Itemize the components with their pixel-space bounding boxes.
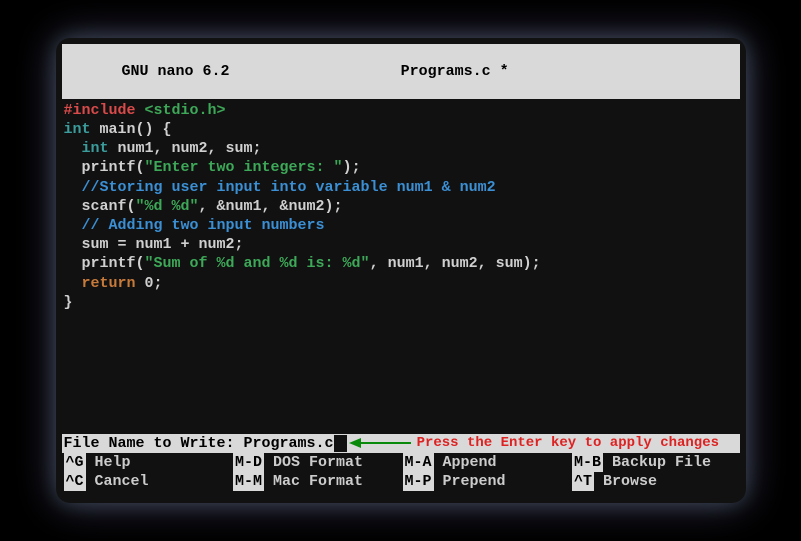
shortcut-label: Append: [434, 454, 497, 471]
key-label: M-A: [403, 453, 434, 472]
shortcut-prepend[interactable]: M-P Prepend: [401, 472, 571, 491]
shortcut-label: Browse: [594, 473, 657, 490]
comment: //Storing user input into variable num1 …: [82, 179, 496, 196]
indent: [64, 275, 82, 292]
key-label: ^T: [572, 472, 594, 491]
shortcut-browse[interactable]: ^T Browse: [570, 472, 740, 491]
keyword-int: int: [64, 121, 91, 138]
indent: [64, 140, 82, 157]
shortcut-mac-format[interactable]: M-M Mac Format: [231, 472, 401, 491]
filename-input[interactable]: Programs.c: [244, 435, 334, 452]
key-label: M-D: [233, 453, 264, 472]
shortcut-label: Mac Format: [264, 473, 363, 490]
comment: // Adding two input numbers: [82, 217, 325, 234]
shortcut-label: Help: [86, 454, 131, 471]
string-literal: "%d %d": [136, 198, 199, 215]
indent: [64, 179, 82, 196]
key-label: ^C: [64, 472, 86, 491]
shortcut-bar: ^G Help M-D DOS Format M-A Append M-B Ba…: [62, 453, 740, 497]
prompt-label: File Name to Write:: [64, 435, 244, 452]
shortcut-dos-format[interactable]: M-D DOS Format: [231, 453, 401, 472]
indent: [64, 217, 82, 234]
header-file: <stdio.h>: [136, 102, 226, 119]
arrow-left-icon: [349, 436, 411, 450]
string-literal: "Sum of %d and %d is: %d": [145, 255, 370, 272]
scanf-call: scanf(: [64, 198, 136, 215]
keyword-include: #include: [64, 102, 136, 119]
call-end: );: [343, 159, 361, 176]
file-name-indicator: Programs.c *: [401, 63, 509, 80]
call-end: , num1, num2, sum);: [370, 255, 541, 272]
shortcut-help[interactable]: ^G Help: [62, 453, 232, 472]
keyword-int: int: [82, 140, 109, 157]
call-end: , &num1, &num2);: [199, 198, 343, 215]
assignment: sum = num1 + num2;: [62, 235, 740, 254]
shortcut-label: Cancel: [86, 473, 149, 490]
shortcut-label: Prepend: [434, 473, 506, 490]
keyword-return: return: [82, 275, 136, 292]
main-decl: main() {: [91, 121, 172, 138]
printf-call: printf(: [64, 255, 145, 272]
terminal-window: GNU nano 6.2 Programs.c * #include <stdi…: [56, 38, 746, 503]
shortcut-backup-file[interactable]: M-B Backup File: [570, 453, 740, 472]
editor-pane[interactable]: #include <stdio.h> int main() { int num1…: [62, 99, 740, 434]
annotation-text: Press the Enter key to apply changes: [417, 435, 719, 451]
shortcut-append[interactable]: M-A Append: [401, 453, 571, 472]
return-val: 0;: [136, 275, 163, 292]
string-literal: "Enter two integers: ": [145, 159, 343, 176]
closing-brace: }: [62, 293, 740, 312]
shortcut-label: DOS Format: [264, 454, 363, 471]
nano-version: GNU nano 6.2: [104, 63, 230, 80]
key-label: M-P: [403, 472, 434, 491]
shortcut-label: Backup File: [603, 454, 711, 471]
var-decl: num1, num2, sum;: [109, 140, 262, 157]
cursor-gap: [334, 435, 347, 452]
printf-call: printf(: [64, 159, 145, 176]
nano-title-bar: GNU nano 6.2 Programs.c *: [62, 44, 740, 99]
save-prompt-row: File Name to Write: Programs.c Press the…: [62, 434, 740, 453]
key-label: ^G: [64, 453, 86, 472]
key-label: M-B: [572, 453, 603, 472]
key-label: M-M: [233, 472, 264, 491]
shortcut-cancel[interactable]: ^C Cancel: [62, 472, 232, 491]
